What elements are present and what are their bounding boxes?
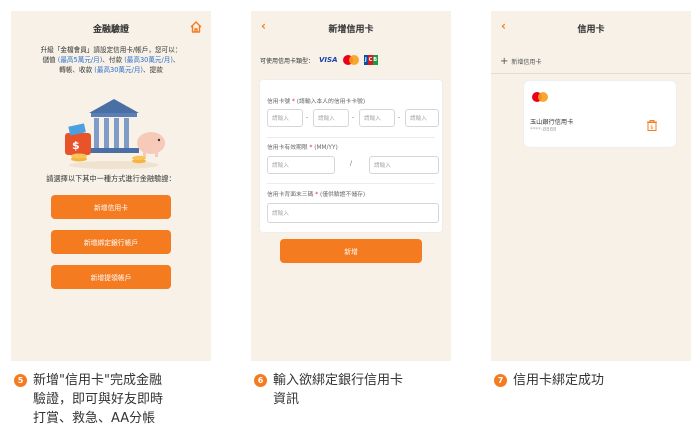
divider: [267, 137, 435, 138]
caption-line: 7 信用卡綁定成功: [494, 371, 604, 390]
intro-segment: 、: [172, 56, 180, 64]
delete-icon[interactable]: $: [646, 119, 658, 131]
caption-line: 驗證，即可與好友即時: [33, 392, 164, 407]
intro-segment: 轉帳、收款: [59, 66, 95, 74]
step-badge: 5: [14, 374, 27, 387]
expiry-label: 信用卡有效期限 * (MM/YY): [267, 142, 338, 151]
card-number-input-1[interactable]: 請輸入: [267, 109, 303, 127]
caption-step-5: 5 新增"信用卡"完成金融 驗證，即可與好友即時 打賞、救急、AA分帳: [14, 371, 163, 428]
intro-segment: 儲值: [42, 56, 58, 64]
svg-text:$: $: [650, 125, 653, 131]
page-title: 金融驗證: [92, 24, 129, 35]
credit-card-item[interactable]: 玉山銀行信用卡 ****-8888 $: [523, 80, 677, 148]
dash-separator: -: [398, 114, 401, 121]
card-form: 信用卡號 * (請輸入本人的信用卡卡號) 請輸入 - 請輸入 - 請輸入 - 請…: [259, 79, 443, 233]
add-credit-card-button[interactable]: 新增信用卡: [51, 195, 171, 219]
divider: [491, 73, 691, 74]
mastercard-logo-icon: [342, 55, 359, 65]
card-name: 玉山銀行信用卡: [530, 119, 574, 126]
intro-line-1: 升級「金檔會員」請設定信用卡/帳戶，您可以：: [40, 46, 182, 54]
limit-text: (最高30萬元/月): [94, 66, 144, 74]
page-title: 信用卡: [577, 24, 605, 35]
jcb-logo-icon: JCB: [363, 55, 378, 65]
add-card-link[interactable]: + 新增信用卡: [500, 55, 542, 67]
label-text: 信用卡號: [267, 99, 291, 105]
add-card-label: 新增信用卡: [511, 59, 542, 66]
caption-text: 信用卡綁定成功: [513, 373, 605, 388]
label-hint: (MM/YY): [314, 145, 338, 151]
back-arrow-icon[interactable]: ‹: [261, 19, 266, 33]
limit-text: (最高5萬元/月): [57, 56, 103, 64]
limit-text: (最高30萬元/月): [124, 56, 173, 64]
visa-logo-icon: VISA: [319, 56, 338, 64]
add-bank-account-button[interactable]: 新增綁定銀行帳戶: [51, 230, 171, 254]
label-hint: (請輸入本人的信用卡卡號): [296, 99, 366, 105]
caption-step-7: 7 信用卡綁定成功: [494, 371, 604, 390]
card-number-input-3[interactable]: 請輸入: [359, 109, 395, 127]
caption-line: 資訊: [273, 392, 300, 407]
add-button[interactable]: 新增: [280, 239, 422, 263]
caption-line: 打賞、救急、AA分帳: [33, 411, 156, 426]
card-number-label: 信用卡號 * (請輸入本人的信用卡卡號): [267, 96, 365, 105]
screen-financial-verification: 金融驗證 升級「金檔會員」請設定信用卡/帳戶，您可以： 儲值 (最高5萬元/月)…: [11, 11, 211, 361]
intro-line-2: 儲值 (最高5萬元/月)、付款 (最高30萬元/月)、: [23, 55, 199, 65]
caption-step-6: 6 輸入欲綁定銀行信用卡 資訊: [254, 371, 403, 409]
slash-separator: /: [350, 160, 353, 167]
screen-credit-cards: ‹ 信用卡 + 新增信用卡 玉山銀行信用卡 ****-8888 $: [491, 11, 691, 361]
choose-method-text: 請選擇以下其中一種方式進行金融驗證：: [46, 174, 176, 183]
step-badge: 7: [494, 374, 507, 387]
bank-illustration: $: [65, 99, 165, 169]
mastercard-logo-icon: [532, 92, 548, 102]
dash-separator: -: [306, 114, 309, 121]
intro-line-3: 轉帳、收款 (最高30萬元/月)、提款: [23, 65, 199, 75]
intro-text: 升級「金檔會員」請設定信用卡/帳戶，您可以： 儲值 (最高5萬元/月)、付款 (…: [11, 45, 211, 75]
step-badge: 6: [254, 374, 267, 387]
label-hint: (僅供驗證不儲存): [319, 192, 366, 198]
expiry-year-input[interactable]: 請輸入: [369, 156, 439, 174]
required-mark: *: [315, 192, 319, 198]
header: ‹ 信用卡: [491, 11, 691, 45]
card-types-label: 可使用信用卡類型：: [260, 57, 315, 65]
required-mark: *: [309, 145, 313, 151]
intro-segment: 、提款: [143, 66, 163, 74]
label-text: 信用卡背面末三碼: [267, 192, 314, 198]
caption-text: 輸入欲綁定銀行信用卡: [273, 373, 404, 388]
divider: [267, 183, 435, 184]
card-number-input-4[interactable]: 請輸入: [405, 109, 439, 127]
page-title: 新增信用卡: [328, 24, 374, 35]
intro-segment: 、付款: [102, 56, 125, 64]
card-number-input-2[interactable]: 請輸入: [313, 109, 349, 127]
back-arrow-icon[interactable]: ‹: [501, 19, 506, 33]
home-icon[interactable]: [189, 20, 203, 34]
caption-text: 新增"信用卡"完成金融: [33, 373, 162, 388]
caption-line: 6 輸入欲綁定銀行信用卡: [254, 371, 403, 390]
card-number: ****-8888: [530, 127, 557, 133]
label-text: 信用卡有效期限: [267, 145, 308, 151]
add-withdrawal-account-button[interactable]: 新增提領帳戶: [51, 265, 171, 289]
expiry-month-input[interactable]: 請輸入: [267, 156, 335, 174]
dash-separator: -: [352, 114, 355, 121]
svg-text:$: $: [72, 139, 80, 152]
caption-line: 5 新增"信用卡"完成金融: [14, 371, 163, 390]
cvv-label: 信用卡背面末三碼 * (僅供驗證不儲存): [267, 189, 365, 198]
header: 金融驗證: [11, 11, 211, 45]
header: ‹ 新增信用卡: [251, 11, 451, 45]
card-types-row: 可使用信用卡類型： VISA JCB: [260, 55, 378, 65]
plus-icon: +: [500, 55, 509, 67]
screen-add-credit-card: ‹ 新增信用卡 可使用信用卡類型： VISA JCB 信用卡號 * (請輸入本人…: [251, 11, 451, 361]
cvv-input[interactable]: 請輸入: [267, 203, 439, 223]
required-mark: *: [292, 99, 295, 105]
